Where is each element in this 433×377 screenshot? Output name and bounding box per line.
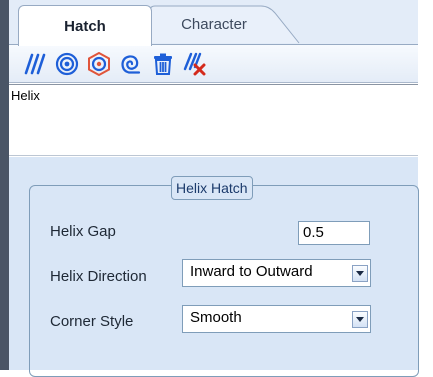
- helix-gap-input[interactable]: 0.5: [298, 221, 370, 245]
- chevron-down-icon: [356, 317, 364, 322]
- hatch-offset-icon: [88, 51, 110, 76]
- tab-hatch[interactable]: Hatch: [18, 5, 152, 46]
- delete-button[interactable]: [151, 52, 175, 76]
- chevron-down-icon: [356, 271, 364, 276]
- helix-gap-label: Helix Gap: [50, 223, 116, 240]
- helix-direction-dropdown-button[interactable]: [352, 265, 368, 282]
- helix-hatch-group-title: Helix Hatch: [171, 176, 253, 200]
- helix-direction-label: Helix Direction: [50, 268, 147, 285]
- hatch-pattern-list[interactable]: Helix: [9, 84, 418, 156]
- window-frame-right: [418, 0, 433, 370]
- corner-style-dropdown-button[interactable]: [352, 311, 368, 328]
- tab-character-label: Character: [181, 15, 247, 33]
- hatch-lines-icon: [24, 53, 46, 74]
- tab-strip: Hatch Character: [9, 0, 418, 46]
- helix-direction-value: Inward to Outward: [190, 263, 313, 280]
- remove-hatch-button[interactable]: [183, 52, 207, 76]
- helix-icon: [121, 54, 141, 74]
- list-item-helix[interactable]: Helix: [11, 88, 40, 103]
- hatch-lines-button[interactable]: [23, 52, 47, 76]
- remove-hatch-icon: [183, 52, 206, 75]
- tab-hatch-label: Hatch: [64, 17, 106, 35]
- helix-button[interactable]: [119, 52, 143, 76]
- window-frame-left: [0, 0, 9, 370]
- hatch-concentric-icon: [55, 52, 79, 75]
- hatch-concentric-button[interactable]: [55, 52, 79, 76]
- helix-direction-select[interactable]: Inward to Outward: [182, 259, 371, 287]
- tab-character[interactable]: Character: [159, 5, 269, 43]
- hatch-toolbar: [9, 45, 418, 83]
- trash-icon: [154, 53, 172, 75]
- corner-style-select[interactable]: Smooth: [182, 305, 371, 333]
- hatch-offset-button[interactable]: [87, 51, 111, 76]
- corner-style-label: Corner Style: [50, 313, 134, 330]
- corner-style-value: Smooth: [190, 309, 242, 326]
